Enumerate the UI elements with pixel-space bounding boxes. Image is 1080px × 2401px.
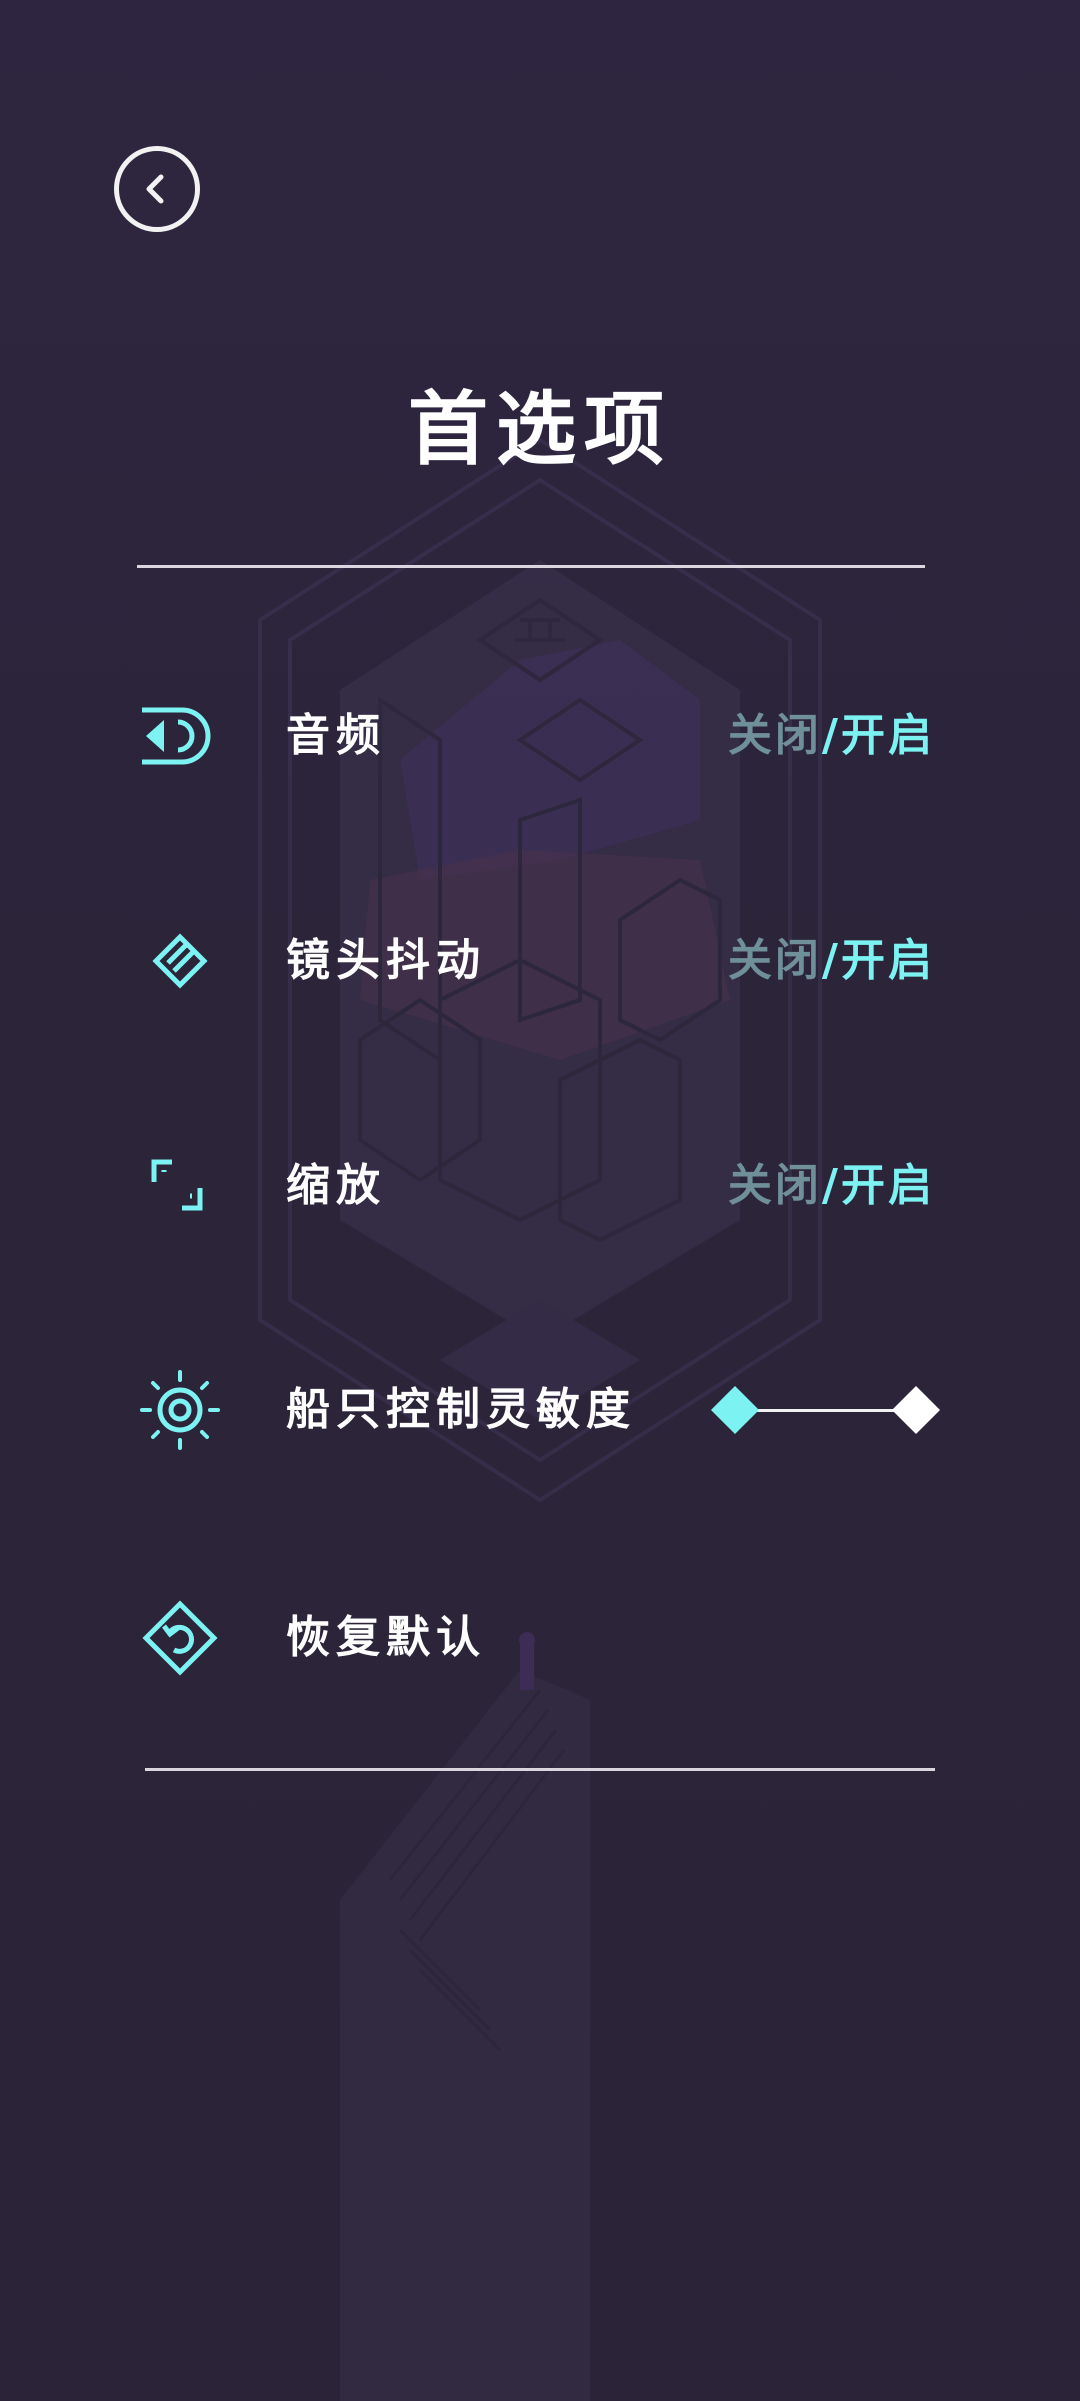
camera-shake-label: 镜头抖动: [286, 935, 486, 986]
setting-row-sensitivity: 船只控制灵敏度: [0, 1350, 1080, 1470]
camera-shake-icon: [152, 933, 208, 989]
camera-shake-on-option[interactable]: 开启: [841, 935, 935, 986]
audio-label: 音频: [286, 710, 386, 761]
preferences-screen: 首选项 音频 关闭/开启 镜头抖动 关闭/开启 缩放 关闭/开启 船只控制灵敏度…: [0, 0, 1080, 2401]
setting-row-camera-shake: 镜头抖动 关闭/开启: [0, 901, 1080, 1021]
camera-shake-toggle[interactable]: 关闭/开启: [728, 931, 935, 991]
sensitivity-slider[interactable]: [708, 1385, 942, 1436]
zoom-toggle-separator: /: [821, 1160, 841, 1211]
page-title: 首选项: [408, 383, 672, 476]
top-divider: [137, 565, 925, 568]
setting-row-restore-default[interactable]: 恢复默认: [0, 1578, 1080, 1698]
zoom-toggle[interactable]: 关闭/开启: [728, 1156, 935, 1216]
setting-row-audio: 音频 关闭/开启: [0, 676, 1080, 796]
bottom-divider: [145, 1768, 935, 1771]
slider-track[interactable]: [736, 1409, 916, 1412]
audio-toggle[interactable]: 关闭/开启: [728, 706, 935, 766]
slider-handle-high[interactable]: [891, 1385, 941, 1435]
sensitivity-target-icon: [140, 1370, 220, 1450]
restore-default-label[interactable]: 恢复默认: [286, 1608, 486, 1668]
zoom-frame-icon: [151, 1159, 203, 1211]
audio-icon: [142, 707, 211, 765]
camera-shake-off-option[interactable]: 关闭: [728, 935, 822, 986]
zoom-off-option[interactable]: 关闭: [728, 1160, 822, 1211]
zoom-label: 缩放: [286, 1160, 386, 1211]
back-button[interactable]: [114, 146, 200, 232]
setting-row-zoom: 缩放 关闭/开启: [0, 1126, 1080, 1246]
slider-handle-low[interactable]: [710, 1385, 760, 1435]
audio-toggle-separator: /: [821, 710, 841, 761]
zoom-on-option[interactable]: 开启: [841, 1160, 935, 1211]
camera-shake-toggle-separator: /: [821, 935, 841, 986]
audio-on-option[interactable]: 开启: [841, 710, 935, 761]
chevron-left-icon: [146, 174, 164, 204]
sensitivity-label: 船只控制灵敏度: [286, 1384, 636, 1435]
restore-default-icon: [142, 1600, 218, 1676]
audio-off-option[interactable]: 关闭: [728, 710, 822, 761]
